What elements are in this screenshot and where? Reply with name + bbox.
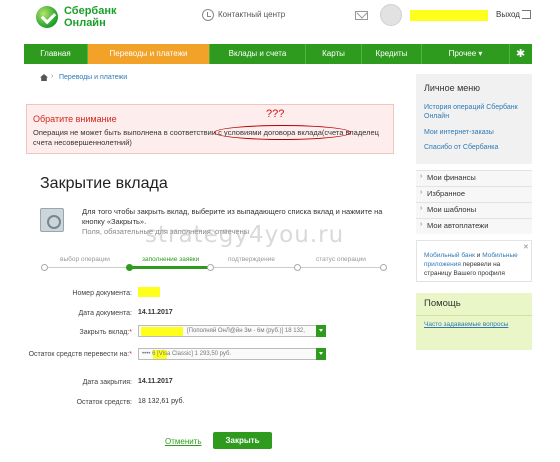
personal-menu-title: Личное меню — [424, 83, 481, 93]
sberbank-logo-icon[interactable] — [36, 6, 58, 28]
close-deposit-label-text: Закрыть вклад: — [79, 329, 130, 336]
step-label-select: выбор операции — [60, 256, 110, 263]
breadcrumb-payments-link[interactable]: Переводы и платежи — [59, 74, 127, 81]
help-title: Помощь — [424, 298, 461, 309]
deposit-name-redacted — [141, 327, 183, 336]
nav-item-payments[interactable]: Переводы и платежи — [88, 44, 210, 64]
step-dot-2 — [126, 264, 133, 271]
nav-item-deposits[interactable]: Вклады и счета — [210, 44, 306, 64]
brand-line-2: Онлайн — [64, 17, 106, 29]
sidebar-menu-favorites-label[interactable]: Избранное — [427, 189, 465, 198]
step-label-status: статус операции — [316, 256, 366, 263]
chevron-right-icon: › — [420, 173, 423, 180]
main-nav: Главная Переводы и платежи Вклады и счет… — [24, 44, 532, 64]
balance-label: Остаток средств: — [76, 399, 132, 406]
annotation-question-marks: ??? — [266, 108, 285, 120]
step-dot-4 — [294, 264, 301, 271]
sidebar-menu-finances-label[interactable]: Мои финансы — [427, 173, 476, 182]
chevron-right-icon: › — [420, 189, 423, 196]
nav-item-credits[interactable]: Кредиты — [362, 44, 422, 64]
brand-line-1: Сбербанк — [64, 5, 117, 17]
balance-value: 18 132,61 руб. — [138, 398, 185, 405]
alert-title: Обратите внимание — [33, 114, 117, 124]
sidebar-link-history[interactable]: История операций Сбербанк Онлайн — [424, 103, 528, 121]
close-date-label: Дата закрытия: — [82, 379, 132, 386]
annotation-oval — [214, 125, 351, 140]
promo-text: Мобильный банк и Мобильные приложения пе… — [424, 251, 524, 278]
step-label-fill: заполнение заявки — [142, 256, 200, 263]
brand-logo-text[interactable]: Сбербанк Онлайн — [64, 5, 117, 29]
home-icon[interactable] — [40, 74, 48, 81]
page-title: Закрытие вклада — [40, 175, 168, 192]
contact-center-link[interactable]: Контактный центр — [218, 10, 285, 19]
watermark: strategy4you.ru — [145, 222, 345, 248]
doc-date-value: 14.11.2017 — [138, 309, 173, 316]
steps-line-active — [128, 266, 210, 269]
sidebar-menu-templates-label[interactable]: Мои шаблоны — [427, 205, 476, 214]
sidebar-menu-autopayments-label[interactable]: Мои автоплатежи — [427, 221, 488, 230]
sidebar-link-orders[interactable]: Мои интернет-заказы — [424, 128, 528, 137]
faq-link[interactable]: Часто задаваемые вопросы — [424, 320, 514, 329]
nav-item-other[interactable]: Прочее ▾ — [422, 44, 510, 64]
step-dot-3 — [207, 264, 214, 271]
close-deposit-button[interactable]: Закрыть — [213, 432, 272, 449]
required-asterisk: * — [129, 329, 132, 336]
step-label-confirm: подтверждение — [228, 256, 275, 263]
safe-icon — [40, 208, 64, 232]
logout-icon[interactable] — [522, 10, 531, 19]
nav-item-home[interactable]: Главная — [24, 44, 88, 64]
cancel-link[interactable]: Отменить — [165, 437, 202, 446]
close-deposit-label: Закрыть вклад:* — [4, 328, 132, 337]
doc-number-label: Номер документа: — [72, 290, 132, 297]
chevron-right-icon: › — [420, 205, 423, 212]
header: Сбербанк Онлайн Контактный центр Выход — [0, 0, 560, 40]
user-name-redacted — [410, 10, 488, 21]
doc-number-redacted — [138, 287, 160, 297]
nav-item-cards[interactable]: Карты — [306, 44, 362, 64]
settings-gear-icon[interactable] — [510, 44, 532, 64]
help-divider — [416, 315, 532, 316]
required-asterisk: * — [129, 351, 132, 358]
chevron-down-icon[interactable] — [316, 325, 326, 337]
clock-icon — [202, 9, 214, 21]
sidebar-link-spasibo[interactable]: Спасибо от Сбербанка — [424, 143, 528, 152]
chevron-down-icon[interactable] — [316, 348, 326, 360]
avatar[interactable] — [380, 4, 402, 26]
close-icon[interactable]: ✕ — [523, 243, 529, 251]
chevron-right-icon: › — [420, 221, 423, 228]
close-date-value: 14.11.2017 — [138, 378, 173, 385]
transfer-account-select-value: •••• 6 [Visa Classic] 1 293,50 руб. — [142, 351, 232, 357]
doc-date-label: Дата документа: — [78, 310, 132, 317]
close-deposit-select[interactable]: [Пополняй ОнЛ@йн 3м - 6м (руб.)] 18 132, — [138, 325, 326, 337]
breadcrumb-separator: › — [51, 73, 54, 80]
transfer-account-select[interactable]: •••• 6 [Visa Classic] 1 293,50 руб. — [138, 348, 326, 360]
step-dot-1 — [41, 264, 48, 271]
close-deposit-select-value: [Пополняй ОнЛ@йн 3м - 6м (руб.)] 18 132, — [187, 328, 305, 334]
transfer-label-text: Остаток средств перевести на: — [28, 351, 130, 358]
transfer-label: Остаток средств перевести на:* — [4, 350, 132, 359]
logout-link[interactable]: Выход — [496, 10, 520, 19]
mobile-bank-link[interactable]: Мобильный банк — [424, 252, 475, 259]
step-dot-5 — [380, 264, 387, 271]
mail-icon[interactable] — [355, 11, 368, 20]
